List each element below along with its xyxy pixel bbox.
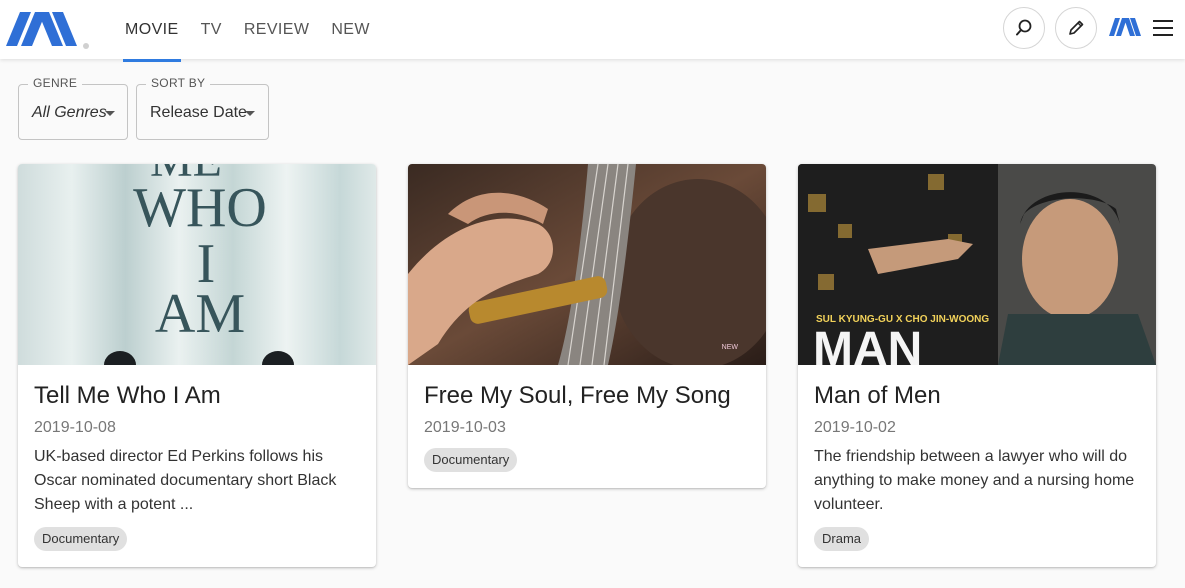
tab-tv[interactable]: TV — [190, 0, 233, 59]
user-brand-icon[interactable] — [1109, 17, 1141, 37]
movie-title[interactable]: Man of Men — [814, 381, 1140, 411]
tab-movie[interactable]: MOVIE — [114, 0, 190, 62]
genre-label: GENRE — [28, 76, 83, 90]
release-date: 2019-10-03 — [424, 419, 506, 436]
movie-title[interactable]: Free My Soul, Free My Song — [424, 381, 750, 411]
movie-poster: ME WHO I AM — [18, 164, 376, 365]
poster-text-who: WHO — [133, 177, 267, 239]
genre-select[interactable]: GENRE All Genres — [18, 76, 128, 140]
movie-poster: SUL KYUNG-GU X CHO JIN-WOONG MAN — [798, 164, 1156, 365]
genre-chip[interactable]: Documentary — [34, 527, 128, 551]
main-nav: MOVIE TV REVIEW NEW — [114, 0, 381, 62]
tab-new[interactable]: NEW — [320, 0, 381, 59]
poster-tagline: NEW — [722, 344, 739, 351]
movie-card[interactable]: SUL KYUNG-GU X CHO JIN-WOONG MAN Man of … — [798, 164, 1156, 567]
search-icon — [1016, 19, 1032, 36]
movie-description: The friendship between a lawyer who will… — [814, 448, 1135, 513]
movie-card[interactable]: ME WHO I AM Tell Me Who I Am 2019-10-08 … — [18, 164, 376, 567]
tab-review[interactable]: REVIEW — [233, 0, 321, 59]
sort-select[interactable]: SORT BY Release Date — [136, 76, 269, 140]
sort-value: Release Date — [150, 104, 247, 121]
movie-poster: NEW — [408, 164, 766, 365]
chevron-down-icon — [105, 111, 115, 116]
poster-text-am: AM — [155, 283, 245, 345]
search-button[interactable] — [1003, 7, 1045, 49]
brand-logo-icon[interactable] — [6, 9, 90, 49]
release-date: 2019-10-08 — [34, 419, 116, 436]
movie-title[interactable]: Tell Me Who I Am — [34, 381, 360, 411]
movie-description: UK-based director Ed Perkins follows his… — [34, 448, 337, 513]
app-bar: MOVIE TV REVIEW NEW — [0, 0, 1185, 62]
genre-chip[interactable]: Documentary — [424, 448, 518, 472]
release-date: 2019-10-02 — [814, 419, 896, 436]
genre-chip[interactable]: Drama — [814, 527, 870, 551]
write-button[interactable] — [1055, 7, 1097, 49]
chevron-down-icon — [245, 111, 255, 116]
hamburger-menu-icon[interactable] — [1151, 16, 1175, 40]
genre-value: All Genres — [32, 104, 107, 121]
poster-title: MAN — [813, 323, 922, 365]
movie-card[interactable]: NEW Free My Soul, Free My Song 2019-10-0… — [408, 164, 766, 488]
pencil-icon — [1069, 20, 1084, 35]
sort-label: SORT BY — [146, 76, 211, 90]
